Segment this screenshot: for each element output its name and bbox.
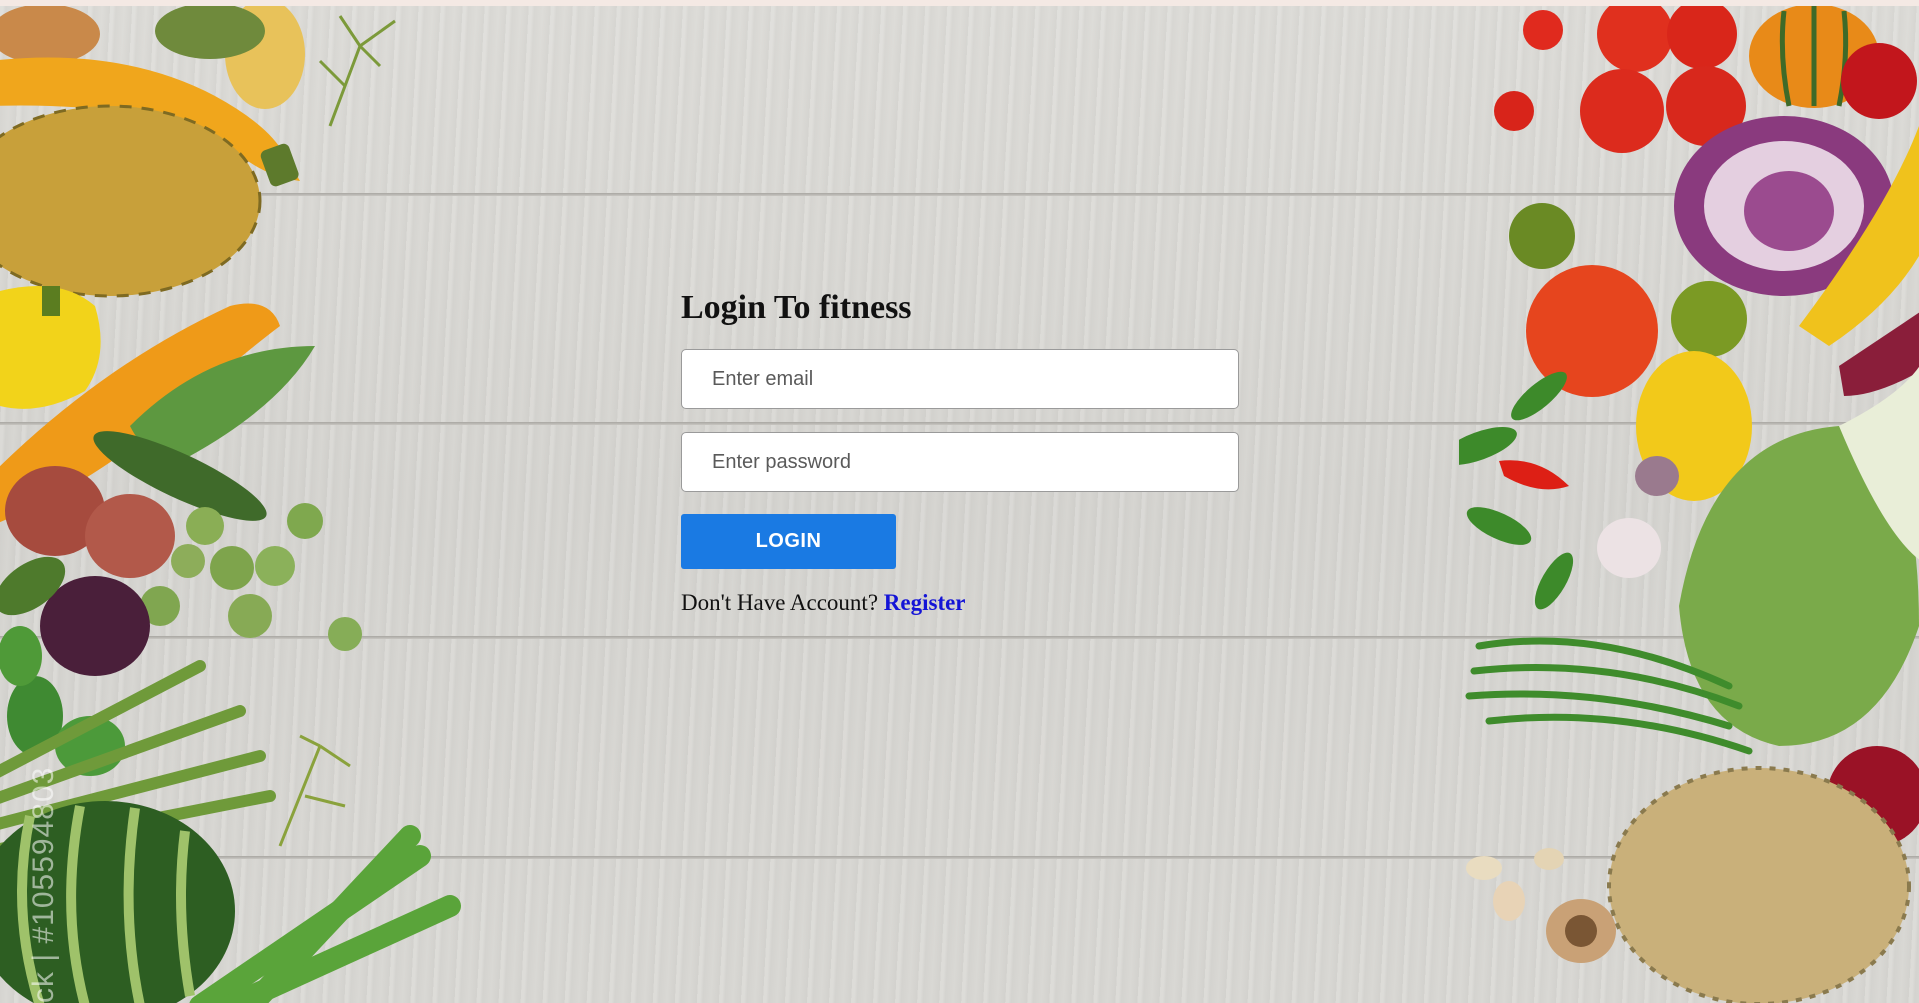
watermark-text: ck | #105594803 (27, 766, 60, 1003)
vegetables-left-image (0, 6, 461, 1003)
password-input[interactable] (681, 432, 1239, 492)
register-link[interactable]: Register (884, 590, 966, 615)
page-title: Login To fitness (681, 289, 912, 326)
login-button[interactable]: LOGIN (681, 514, 896, 569)
top-strip (0, 0, 1919, 6)
login-form: Login To fitness LOGIN Don't Have Accoun… (681, 288, 1241, 616)
register-prompt: Don't Have Account? (681, 590, 884, 615)
login-page: ck | #105594803 Login To fitness LOGIN D… (0, 0, 1919, 1003)
register-line: Don't Have Account? Register (681, 590, 1241, 616)
vegetables-right-image (1459, 6, 1919, 1003)
email-input[interactable] (681, 349, 1239, 409)
